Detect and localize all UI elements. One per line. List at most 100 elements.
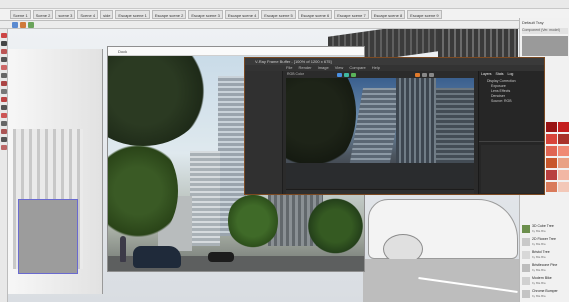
color-swatch[interactable] xyxy=(558,134,569,144)
frame-buffer-title: V-Ray Frame Buffer - [100% of 1200 x 675… xyxy=(245,58,544,65)
tree-right xyxy=(308,196,363,256)
color-swatch[interactable] xyxy=(546,170,557,180)
tape-icon[interactable] xyxy=(1,113,7,118)
layers-tabs: Layers Stats Log xyxy=(481,72,513,76)
component-author: by Bla Bla xyxy=(532,294,546,298)
scene-tab[interactable]: Escape scene 9 xyxy=(407,10,442,19)
color-swatch[interactable] xyxy=(558,170,569,180)
pencil-icon[interactable] xyxy=(1,49,7,54)
offset-icon[interactable] xyxy=(1,105,7,110)
color-swatch[interactable] xyxy=(546,122,557,132)
text-icon[interactable] xyxy=(1,121,7,126)
host-toolbar xyxy=(0,21,569,29)
orbit-icon[interactable] xyxy=(1,129,7,134)
layers-panel: Layers Stats Log Display Correction Expo… xyxy=(478,71,544,194)
scene-tab[interactable]: Scene 2 xyxy=(32,10,54,19)
clear-icon[interactable] xyxy=(429,73,434,77)
interior-block xyxy=(18,199,78,274)
tree-mid xyxy=(228,191,278,251)
select-icon[interactable] xyxy=(1,33,7,38)
menu-view[interactable]: View xyxy=(335,65,344,71)
render-button-icon[interactable] xyxy=(337,73,342,77)
list-item[interactable]: Modern Bike by Bla Bla xyxy=(522,276,568,289)
component-name: 2D Flower Tree xyxy=(532,237,556,241)
list-item[interactable]: Bristol Tree by Bla Bla xyxy=(522,250,568,263)
layer-item[interactable]: Denoiser xyxy=(491,94,505,98)
rotate-icon[interactable] xyxy=(1,89,7,94)
tower-building xyxy=(436,88,474,163)
menu-file[interactable]: File xyxy=(286,65,292,71)
layer-item[interactable]: Source: RGB xyxy=(491,99,512,103)
properties-area xyxy=(481,145,544,193)
interactive-render-icon[interactable] xyxy=(344,73,349,77)
scene-tab[interactable]: Escape scene 1 xyxy=(115,10,150,19)
paint-tool-icon[interactable] xyxy=(20,22,26,28)
color-swatch[interactable] xyxy=(558,182,569,192)
circle-icon[interactable] xyxy=(1,65,7,70)
color-swatch[interactable] xyxy=(546,182,557,192)
tree-thumbnail-icon xyxy=(522,251,530,259)
frame-buffer-image xyxy=(286,78,474,188)
flower-thumbnail-icon xyxy=(522,238,530,246)
scene-tab[interactable]: scene 3 xyxy=(55,10,76,19)
stop-render-icon[interactable] xyxy=(415,73,420,77)
tree-canopy xyxy=(108,56,208,146)
office-building xyxy=(190,151,220,246)
component-name: Bristlecone Pine xyxy=(532,263,558,267)
list-item[interactable]: Chrome Bumper by Bla Bla xyxy=(522,289,568,302)
host-title-bar xyxy=(0,0,569,9)
scale-icon[interactable] xyxy=(1,97,7,102)
rectangle-icon[interactable] xyxy=(1,57,7,62)
menu-compare[interactable]: Compare xyxy=(349,65,365,71)
color-swatch[interactable] xyxy=(546,146,557,156)
history-panel xyxy=(245,71,283,194)
layer-item[interactable]: Lens Effects xyxy=(491,89,510,93)
render-window-title: Dock xyxy=(108,47,364,56)
move-icon[interactable] xyxy=(1,81,7,86)
frame-buffer-status-bar xyxy=(286,189,474,194)
color-swatch[interactable] xyxy=(558,146,569,156)
scene-tab[interactable]: Escape scene 7 xyxy=(334,10,369,19)
pedestrian xyxy=(120,236,126,262)
channel-select[interactable]: RGB Color xyxy=(287,72,304,76)
color-swatch[interactable] xyxy=(558,158,569,168)
frame-buffer-window[interactable]: V-Ray Frame Buffer - [100% of 1200 x 675… xyxy=(244,57,545,195)
pan-icon[interactable] xyxy=(1,137,7,142)
menu-image[interactable]: Image xyxy=(318,65,329,71)
dark-car xyxy=(208,252,234,262)
scene-tab[interactable]: Escape scene 4 xyxy=(224,10,260,19)
color-swatch[interactable] xyxy=(546,158,557,168)
save-icon[interactable] xyxy=(422,73,427,77)
scene-tab[interactable]: Scene 1 xyxy=(10,10,31,19)
list-item[interactable]: Bristlecone Pine by Bla Bla xyxy=(522,263,568,276)
scene-tab[interactable]: Escape scene 8 xyxy=(370,10,406,19)
scene-tab[interactable]: Escape scene 5 xyxy=(261,10,296,19)
select-tool-icon[interactable] xyxy=(12,22,18,28)
tab-stats[interactable]: Stats xyxy=(496,72,504,76)
list-item[interactable]: 3D Cube Tree by Bla Bla xyxy=(522,224,568,237)
denoise-icon[interactable] xyxy=(351,73,356,77)
scene-tab[interactable]: Escape scene 2 xyxy=(151,10,187,19)
tab-layers[interactable]: Layers xyxy=(481,72,492,76)
tower-building xyxy=(396,78,436,168)
layer-item[interactable]: Exposure xyxy=(491,84,506,88)
menu-render[interactable]: Render xyxy=(298,65,311,71)
push-pull-icon[interactable] xyxy=(1,73,7,78)
scene-tab[interactable]: Escape scene 6 xyxy=(297,10,333,19)
zoom-icon[interactable] xyxy=(1,145,7,150)
list-item[interactable]: 2D Flower Tree by Bla Bla xyxy=(522,237,568,250)
scene-tab[interactable]: Scene 4 xyxy=(77,10,99,19)
tab-log[interactable]: Log xyxy=(508,72,514,76)
color-swatch[interactable] xyxy=(546,134,557,144)
component-list: 3D Cube Tree by Bla Bla 2D Flower Tree b… xyxy=(522,224,568,302)
tree-thumbnail-icon xyxy=(522,225,530,233)
scene-tab[interactable]: side xyxy=(100,10,114,19)
layer-item[interactable]: Display Correction xyxy=(487,79,516,83)
eraser-icon[interactable] xyxy=(1,41,7,46)
orbit-tool-icon[interactable] xyxy=(28,22,34,28)
color-swatch[interactable] xyxy=(558,122,569,132)
menu-help[interactable]: Help xyxy=(372,65,380,71)
scene-tab[interactable]: Escape scene 3 xyxy=(188,10,223,19)
tree-canopy xyxy=(286,78,356,173)
street xyxy=(286,163,474,188)
